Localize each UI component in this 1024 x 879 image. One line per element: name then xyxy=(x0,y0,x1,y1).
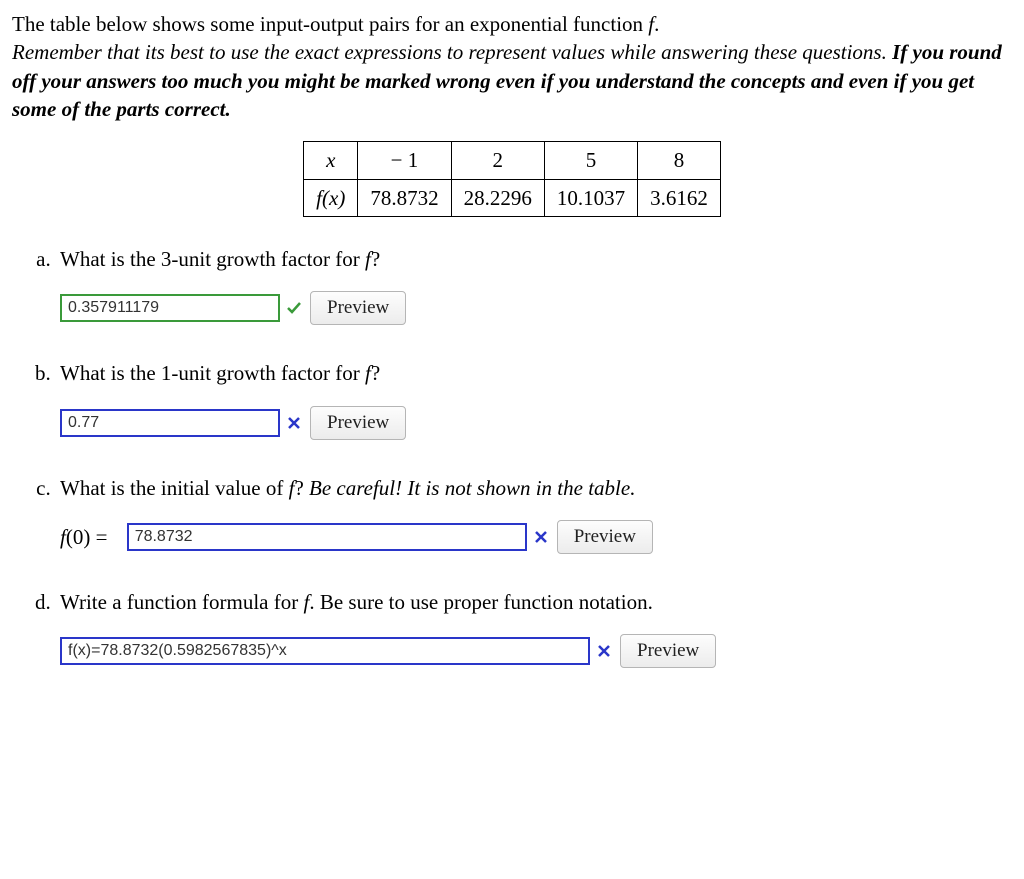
intro-line1: The table below shows some input-output … xyxy=(12,12,659,36)
table-cell: − 1 xyxy=(358,142,451,179)
answer-input-a[interactable] xyxy=(60,294,280,322)
f-of-zero-prefix: f(0) = xyxy=(60,523,113,551)
table-cell: 5 xyxy=(544,142,637,179)
question-text: What is the 1-unit growth factor for f? xyxy=(60,359,1012,387)
table-cell: 28.2296 xyxy=(451,179,544,216)
answer-input-d[interactable] xyxy=(60,637,590,665)
table-cell: 10.1037 xyxy=(544,179,637,216)
check-icon xyxy=(286,300,302,316)
cross-icon xyxy=(533,529,549,545)
questions-list: What is the 3-unit growth factor for f? … xyxy=(12,245,1012,668)
table-row: x − 1 2 5 8 xyxy=(304,142,721,179)
cross-icon xyxy=(596,643,612,659)
intro-line2: Remember that its best to use the exact … xyxy=(12,40,892,64)
question-b: What is the 1-unit growth factor for f? … xyxy=(56,359,1012,439)
table-cell: 3.6162 xyxy=(638,179,721,216)
data-table: x − 1 2 5 8 f(x) 78.8732 28.2296 10.1037… xyxy=(303,141,721,217)
table-row: f(x) 78.8732 28.2296 10.1037 3.6162 xyxy=(304,179,721,216)
table-cell: 2 xyxy=(451,142,544,179)
question-text: What is the initial value of f? Be caref… xyxy=(60,474,1012,502)
preview-button[interactable]: Preview xyxy=(310,406,406,440)
question-text: Write a function formula for f. Be sure … xyxy=(60,588,1012,616)
preview-button[interactable]: Preview xyxy=(310,291,406,325)
question-a: What is the 3-unit growth factor for f? … xyxy=(56,245,1012,325)
table-cell: 8 xyxy=(638,142,721,179)
answer-input-c[interactable] xyxy=(127,523,527,551)
answer-input-b[interactable] xyxy=(60,409,280,437)
cross-icon xyxy=(286,415,302,431)
preview-button[interactable]: Preview xyxy=(620,634,716,668)
preview-button[interactable]: Preview xyxy=(557,520,653,554)
question-text: What is the 3-unit growth factor for f? xyxy=(60,245,1012,273)
table-cell: 78.8732 xyxy=(358,179,451,216)
question-d: Write a function formula for f. Be sure … xyxy=(56,588,1012,668)
table-header-fx: f(x) xyxy=(316,186,345,210)
question-c: What is the initial value of f? Be caref… xyxy=(56,474,1012,554)
intro-paragraph: The table below shows some input-output … xyxy=(12,10,1012,123)
table-header-x: x xyxy=(326,148,335,172)
